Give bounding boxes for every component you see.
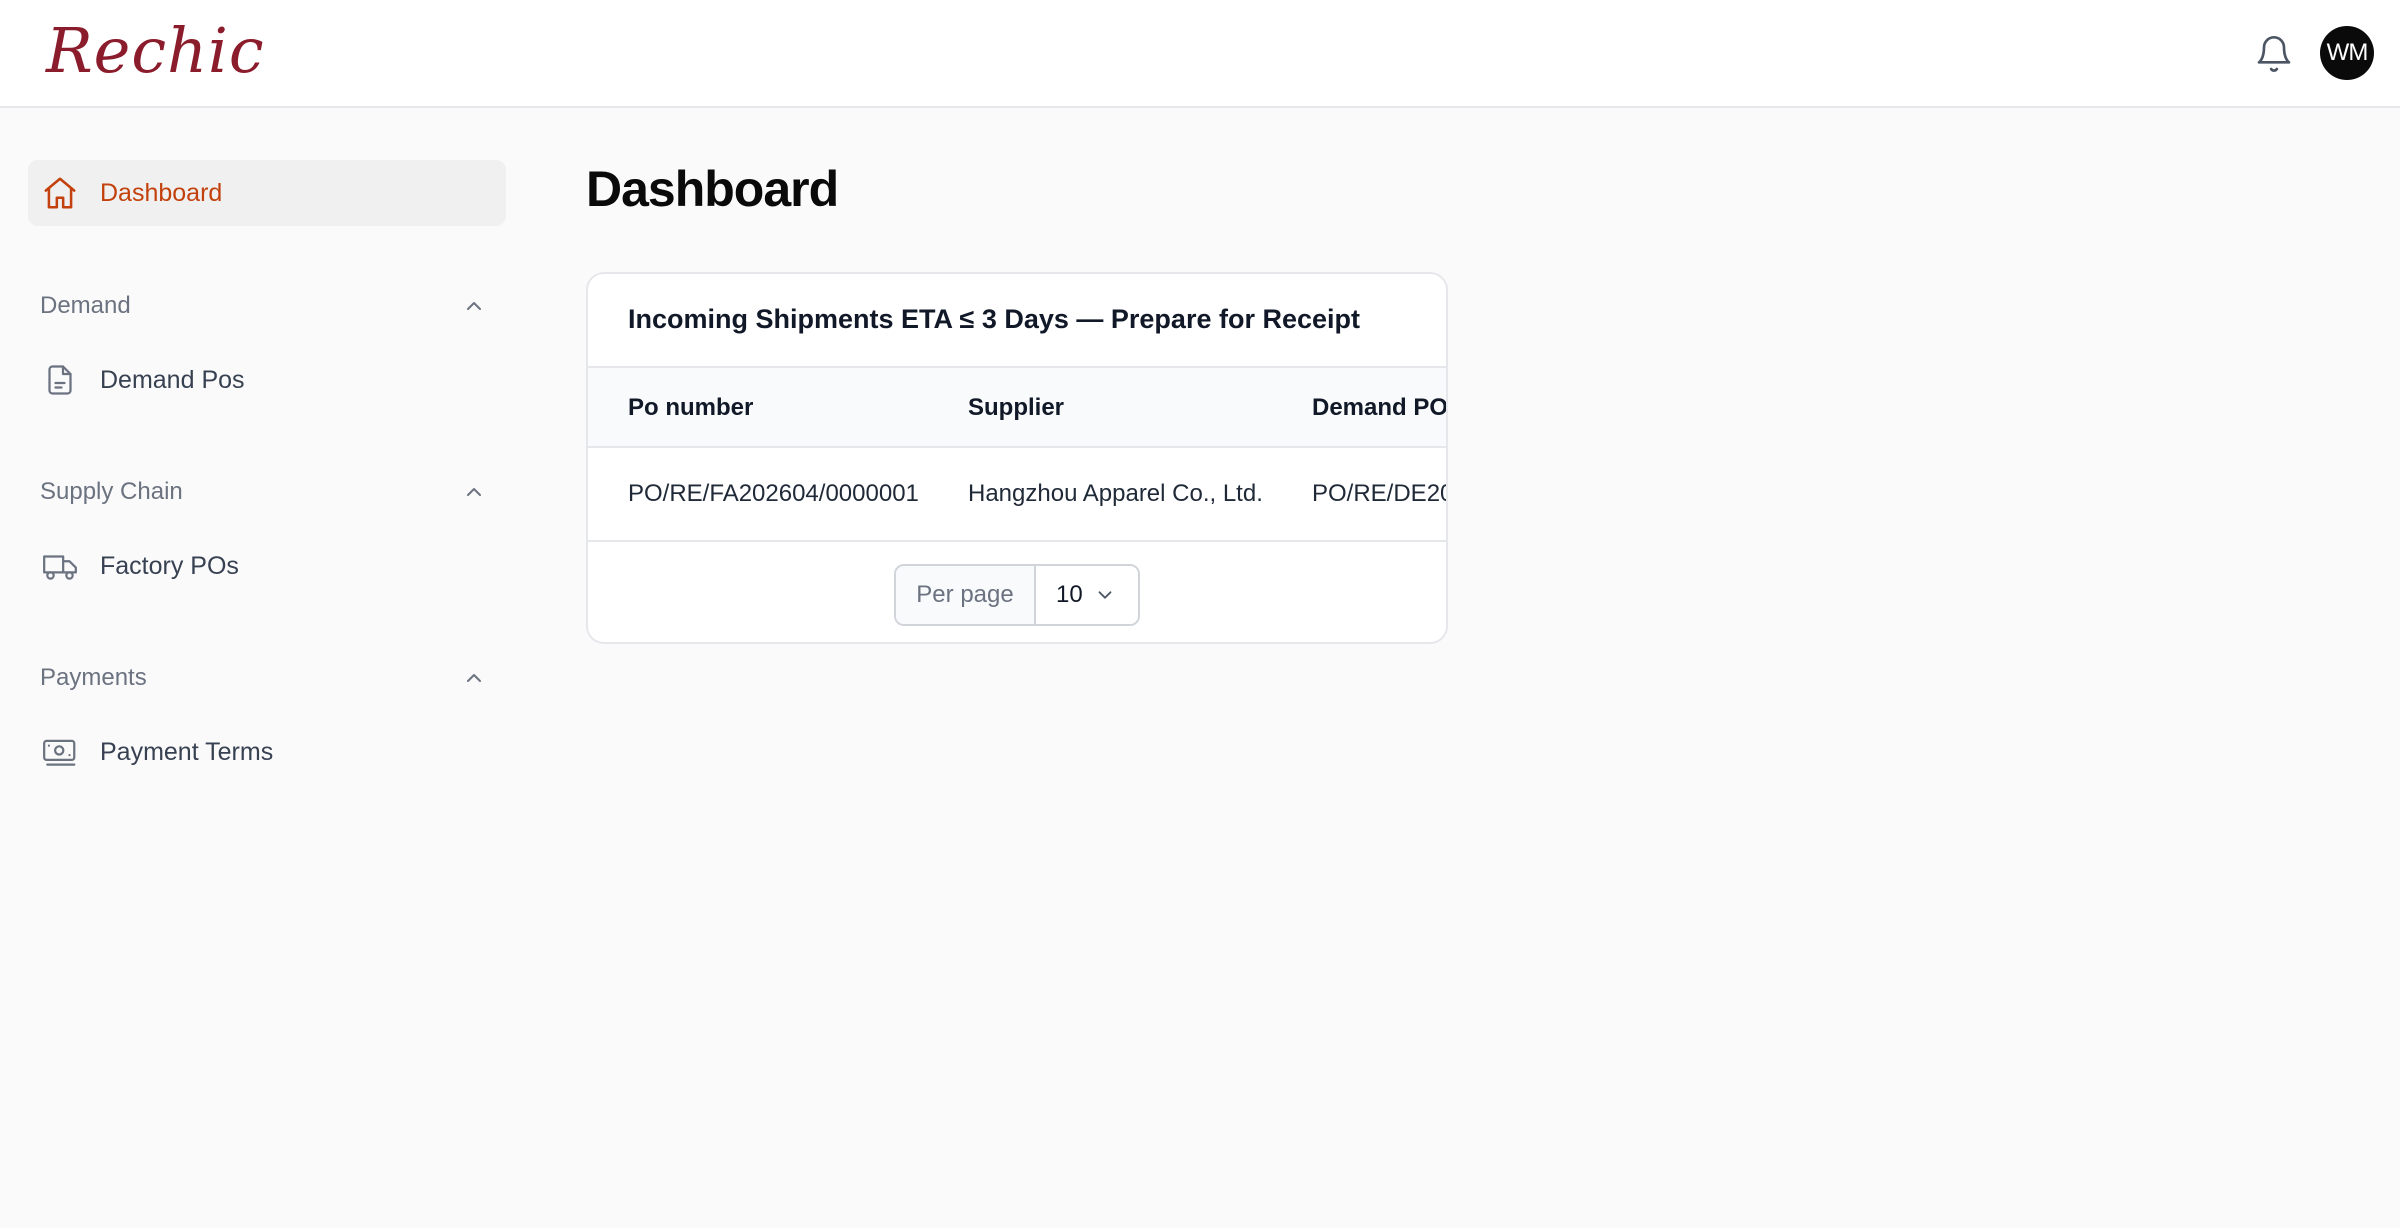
document-icon <box>40 360 80 400</box>
cell-po-number: PO/RE/FA202604/0000001 <box>628 480 919 507</box>
column-header-demand-po[interactable]: Demand PO <box>1312 394 1446 422</box>
per-page-value: 10 <box>1056 581 1083 608</box>
card-title: Incoming Shipments ETA ≤ 3 Days — Prepar… <box>628 304 1360 334</box>
group-title: Supply Chain <box>40 478 183 505</box>
incoming-shipments-card: Incoming Shipments ETA ≤ 3 Days — Prepar… <box>586 272 1448 644</box>
bell-icon[interactable] <box>2254 34 2294 74</box>
sidebar-item-label: Payment Terms <box>100 737 274 766</box>
cell-supplier: Hangzhou Apparel Co., Ltd. <box>968 480 1263 507</box>
cell-demand-po: PO/RE/DE20 <box>1312 480 1448 507</box>
per-page-label: Per page <box>896 566 1036 624</box>
sidebar-item-label: Demand Pos <box>100 365 245 394</box>
sidebar-item-label: Factory POs <box>100 551 239 580</box>
sidebar-item-demand-pos[interactable]: Demand Pos <box>28 350 245 410</box>
chevron-up-icon <box>467 302 481 310</box>
sidebar-group-demand[interactable]: Demand <box>40 286 486 326</box>
sidebar-item-factory-pos[interactable]: Factory POs <box>28 536 239 596</box>
top-bar: Rechic WM <box>0 0 2400 108</box>
table-header: Po number Supplier Demand PO <box>588 366 1446 448</box>
column-header-supplier[interactable]: Supplier <box>968 394 1064 422</box>
group-title: Demand <box>40 292 131 319</box>
chevron-up-icon <box>467 674 481 682</box>
group-title: Payments <box>40 664 147 691</box>
app-logo[interactable]: Rechic <box>46 14 265 87</box>
sidebar-item-payment-terms[interactable]: Payment Terms <box>28 722 273 782</box>
avatar[interactable]: WM <box>2320 26 2374 80</box>
chevron-down-icon <box>1098 591 1112 599</box>
page-title: Dashboard <box>586 161 839 217</box>
table-row[interactable]: PO/RE/FA202604/0000001 Hangzhou Apparel … <box>588 448 1448 542</box>
per-page-select[interactable]: 10 <box>1036 566 1138 624</box>
sidebar-item-dashboard[interactable]: Dashboard <box>28 160 506 226</box>
home-icon <box>40 173 80 213</box>
sidebar-group-supply-chain[interactable]: Supply Chain <box>40 472 486 512</box>
banknote-icon <box>40 732 80 772</box>
column-header-po-number[interactable]: Po number <box>628 394 753 422</box>
per-page-selector: Per page 10 <box>894 564 1140 626</box>
sidebar-item-label: Dashboard <box>100 178 223 207</box>
chevron-up-icon <box>467 488 481 496</box>
sidebar-group-payments[interactable]: Payments <box>40 658 486 698</box>
truck-icon <box>40 546 80 586</box>
